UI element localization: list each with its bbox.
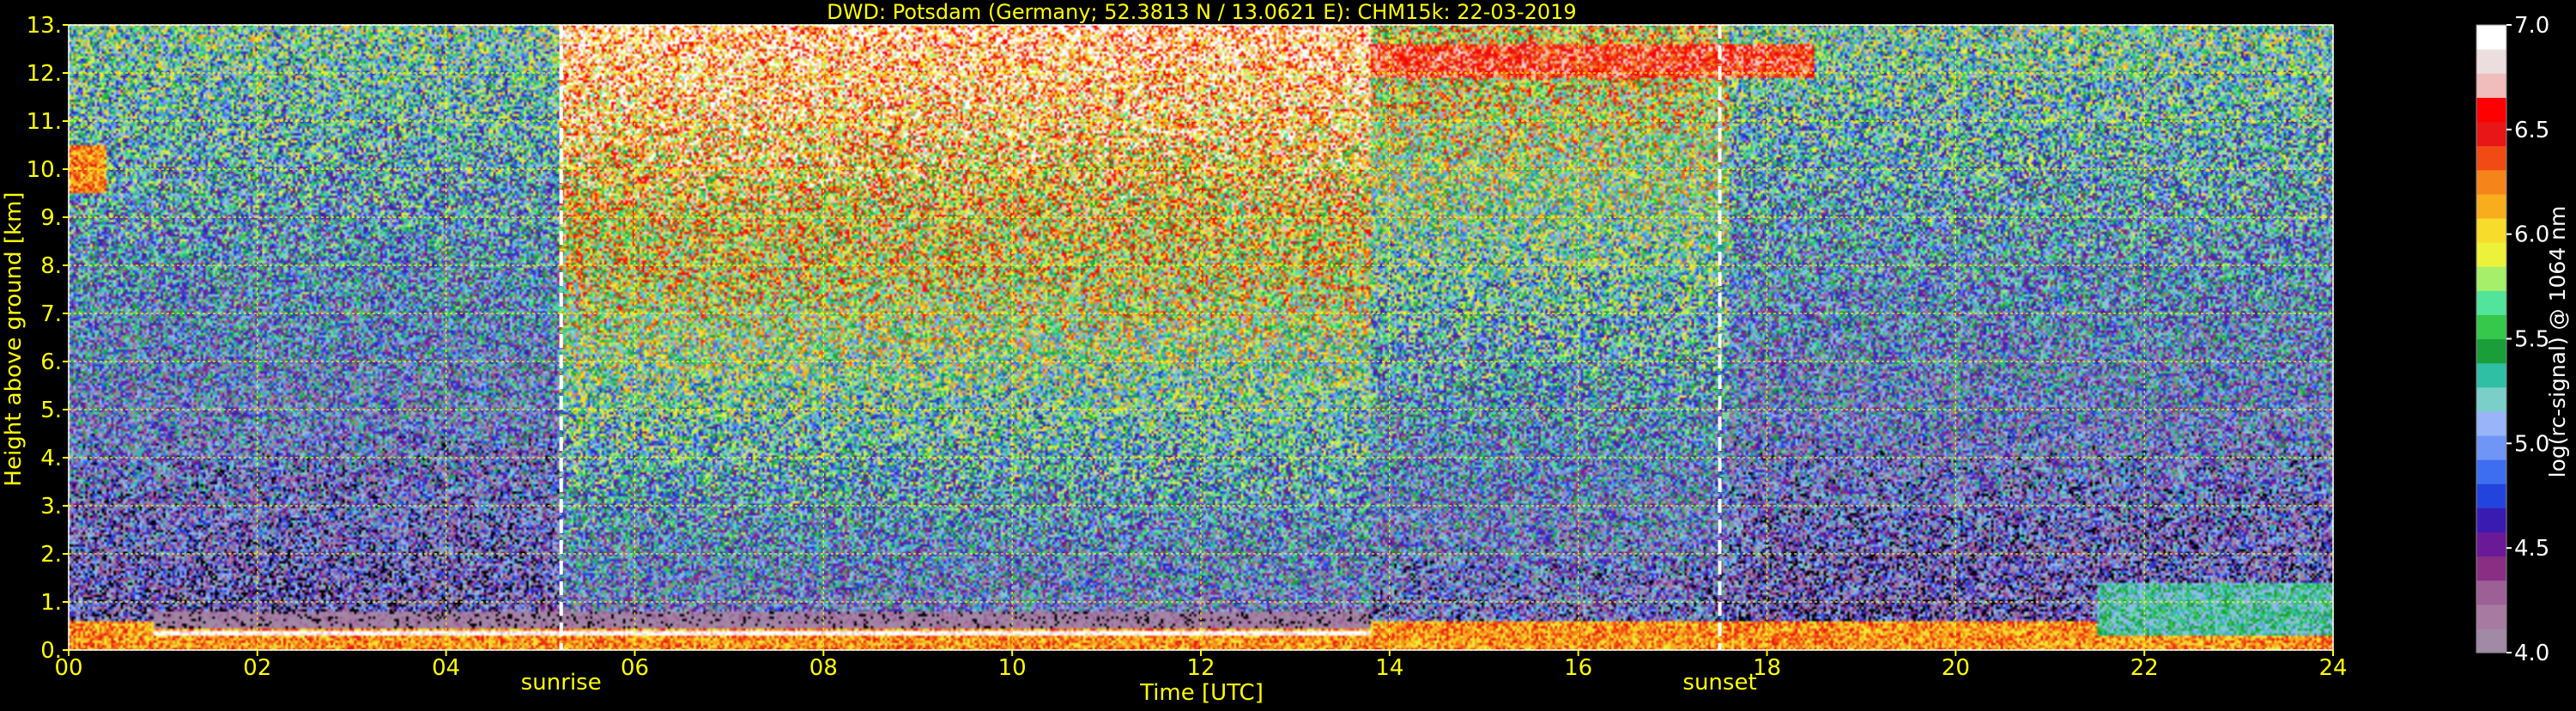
y-tick-label: 0.: [40, 638, 62, 664]
colorbar-segment: [2476, 628, 2506, 653]
ceilometer-chart: sunrise sunset 00 02 04 06 08 10 12 14 16 18 20 22 24…: [0, 0, 2576, 708]
x-tick-label: 20: [1942, 655, 1970, 681]
sunset-label: sunset: [1682, 670, 1756, 696]
colorbar-segment: [2476, 459, 2506, 484]
y-tick-label: 6.: [40, 349, 62, 375]
x-tick-label: 18: [1753, 655, 1781, 681]
x-tick-label: 14: [1375, 655, 1403, 681]
colorbar-segment: [2476, 532, 2506, 557]
x-tick-label: 24: [2318, 655, 2347, 681]
colorbar-segment: [2476, 556, 2506, 581]
chart-title: DWD: Potsdam (Germany; 52.3813 N / 13.06…: [827, 0, 1576, 24]
y-tick-label: 4.: [40, 446, 62, 471]
y-tick-label: 11.: [27, 109, 62, 135]
colorbar: 4.04.55.05.56.06.57.0: [2476, 13, 2549, 666]
y-tick-label: 9.: [40, 205, 62, 231]
colorbar-segment: [2476, 266, 2506, 291]
colorbar-segment: [2476, 410, 2506, 436]
y-tick-label: 13.: [27, 13, 62, 39]
colorbar-segment: [2476, 49, 2506, 74]
colorbar-segment: [2476, 121, 2506, 147]
y-tick-label: 3.: [40, 494, 62, 520]
colorbar-segment: [2476, 362, 2506, 388]
x-tick-label: 04: [432, 655, 460, 681]
y-tick-label: 2.: [40, 542, 62, 568]
sunrise-label: sunrise: [521, 670, 602, 696]
colorbar-segment: [2476, 604, 2506, 629]
colorbar-segment: [2476, 73, 2506, 98]
colorbar-tick-label: 4.5: [2514, 536, 2549, 562]
colorbar-segment: [2476, 97, 2506, 123]
colorbar-segment: [2476, 386, 2506, 412]
x-tick-label: 22: [2131, 655, 2159, 681]
colorbar-segment: [2476, 434, 2506, 460]
colorbar-tick-label: 4.0: [2514, 641, 2549, 666]
y-tick-label: 5.: [40, 398, 62, 423]
x-tick-label: 12: [1186, 655, 1215, 681]
y-tick-label: 1.: [40, 590, 62, 616]
x-tick-label: 02: [243, 655, 271, 681]
colorbar-segment: [2476, 217, 2506, 243]
y-tick-label: 7.: [40, 301, 62, 327]
x-tick-label: 10: [998, 655, 1027, 681]
y-tick-label: 12.: [27, 61, 62, 87]
colorbar-label: log(rc-signal) @ 1064 nm: [2545, 206, 2570, 478]
colorbar-segment: [2476, 290, 2506, 315]
chart-svg: sunrise sunset 00 02 04 06 08 10 12 14 16 18 20 22 24…: [1, 0, 2570, 706]
x-tick-label: 08: [809, 655, 838, 681]
colorbar-segment: [2476, 314, 2506, 340]
colorbar-segment: [2476, 145, 2506, 171]
x-axis-label: Time [UTC]: [1139, 680, 1264, 706]
y-tick-label: 8.: [40, 253, 62, 279]
colorbar-segment: [2476, 25, 2506, 50]
colorbar-segment: [2476, 507, 2506, 533]
y-axis-label: Height above ground [km]: [1, 191, 27, 486]
colorbar-tick-label: 6.5: [2514, 118, 2549, 143]
x-tick-label: 06: [621, 655, 649, 681]
colorbar-segment: [2476, 483, 2506, 508]
colorbar-segment: [2476, 580, 2506, 605]
x-tick-label: 16: [1564, 655, 1592, 681]
colorbar-segment: [2476, 242, 2506, 267]
colorbar-segment: [2476, 169, 2506, 195]
colorbar-segment: [2476, 193, 2506, 219]
colorbar-tick-label: 7.0: [2514, 13, 2549, 39]
colorbar-segment: [2476, 338, 2506, 364]
y-tick-label: 10.: [27, 157, 62, 183]
